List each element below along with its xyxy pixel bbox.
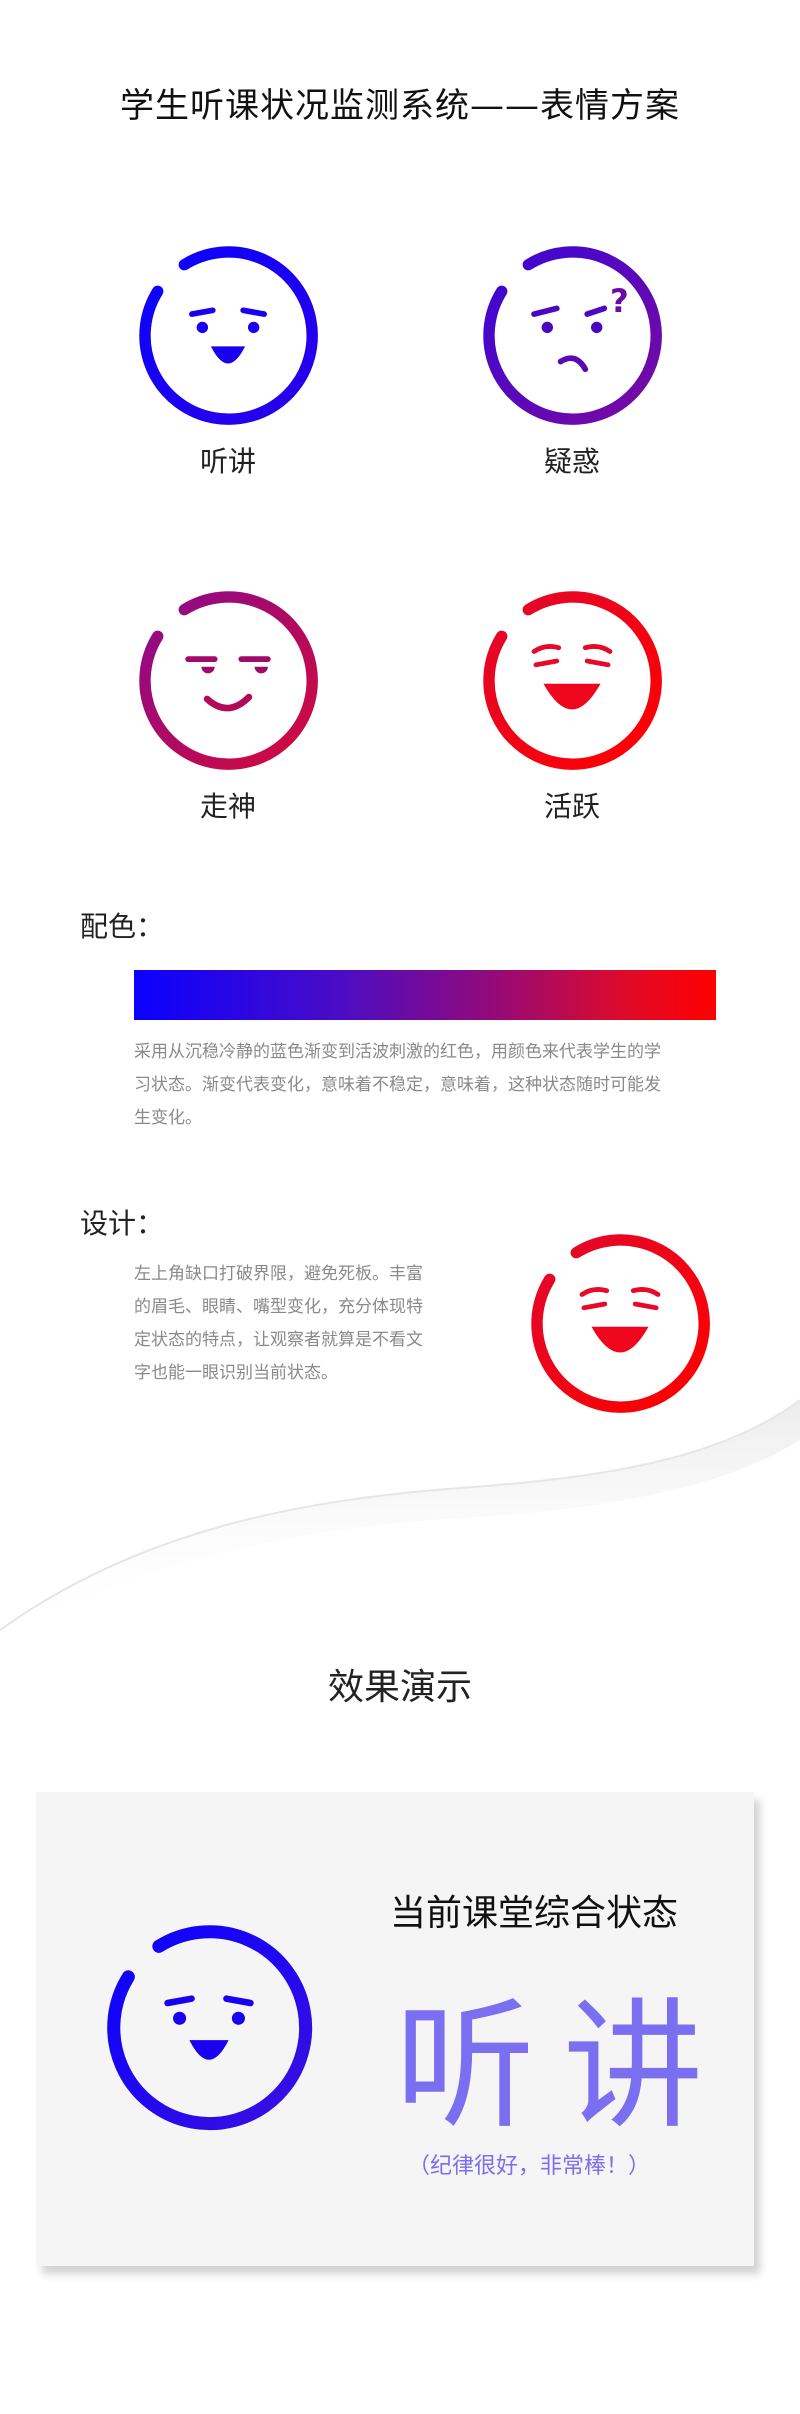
color-description: 采用从沉稳冷静的蓝色渐变到活波刺激的红色，用颜色来代表学生的学 习状态。渐变代表… <box>134 1036 734 1135</box>
color-description-line: 习状态。渐变代表变化，意味着不稳定，意味着，这种状态随时可能发 <box>134 1075 661 1095</box>
design-description-line: 定状态的特点，让观察者就算是不看文 <box>134 1330 423 1350</box>
design-description-line: 的眉毛、眼睛、嘴型变化，充分体现特 <box>134 1297 423 1317</box>
listening-face-icon <box>139 246 318 425</box>
demo-status-heading: 当前课堂综合状态 <box>390 1893 679 1934</box>
face-label-listening: 听讲 <box>199 445 256 478</box>
decorative-wave <box>0 1399 800 1640</box>
color-description-line: 生变化。 <box>134 1108 202 1128</box>
demo-current-state: 听讲 <box>395 1986 732 2149</box>
svg-text:?: ? <box>610 282 629 320</box>
face-label-distracted: 走神 <box>199 790 256 823</box>
color-description-line: 采用从沉稳冷静的蓝色渐变到活波刺激的红色，用颜色来代表学生的学 <box>134 1042 661 1062</box>
demo-section-title: 效果演示 <box>327 1667 472 1708</box>
active-face-icon <box>483 591 662 770</box>
confused-face-icon: ? <box>483 246 662 425</box>
face-label-active: 活跃 <box>543 790 600 823</box>
distracted-face-icon <box>139 591 318 770</box>
design-description: 左上角缺口打破界限，避免死板。丰富 的眉毛、眼睛、嘴型变化，充分体现特 定状态的… <box>134 1258 474 1390</box>
demo-state-note: （纪律很好，非常棒！） <box>408 2154 651 2179</box>
color-section-heading: 配色： <box>80 910 165 943</box>
design-section-heading: 设计： <box>80 1207 165 1240</box>
design-description-line: 左上角缺口打破界限，避免死板。丰富 <box>134 1264 423 1284</box>
page-title: 学生听课状况监测系统——表情方案 <box>120 86 680 126</box>
color-gradient-bar <box>134 970 716 1020</box>
demo-listening-face-icon <box>107 1925 313 2131</box>
face-label-confused: 疑惑 <box>543 445 600 478</box>
